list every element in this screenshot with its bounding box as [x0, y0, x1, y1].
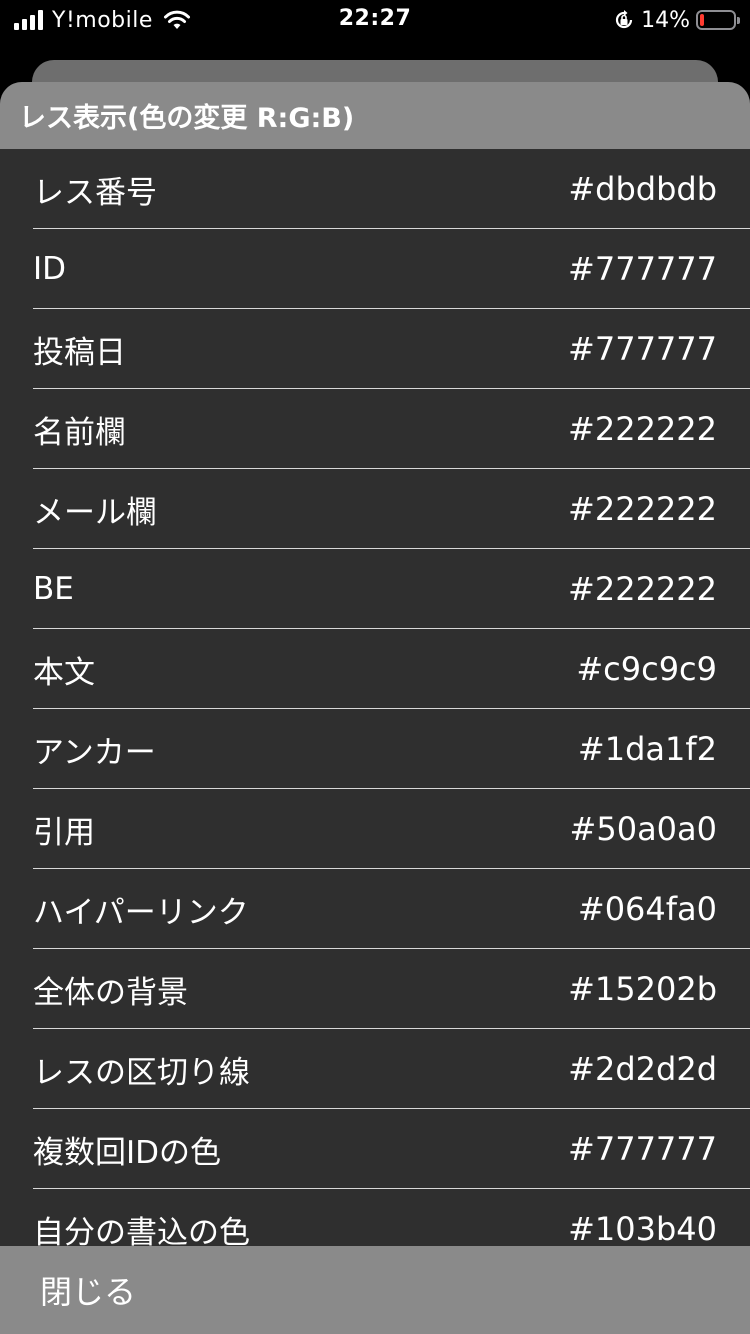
row-value: #777777 [568, 330, 717, 368]
row-label: 全体の背景 [33, 974, 188, 1011]
row-value: #1da1f2 [577, 730, 717, 768]
row-label: ID [33, 251, 67, 287]
list-item[interactable]: 本文 #c9c9c9 [0, 629, 750, 709]
list-item[interactable]: 全体の背景 #15202b [0, 949, 750, 1029]
row-value: #777777 [568, 250, 717, 288]
close-button-label: 閉じる [40, 1273, 137, 1311]
list-item[interactable]: 引用 #50a0a0 [0, 789, 750, 869]
sheet-title: レス表示(色の変更 R:G:B) [19, 103, 355, 134]
row-label: ハイパーリンク [33, 894, 249, 931]
list-item[interactable]: BE #222222 [0, 549, 750, 629]
row-label: 本文 [33, 654, 95, 691]
list-item[interactable]: レスの区切り線 #2d2d2d [0, 1029, 750, 1109]
row-value: #dbdbdb [568, 170, 717, 208]
list-item[interactable]: アンカー #1da1f2 [0, 709, 750, 789]
row-label: 投稿日 [33, 334, 126, 371]
sheet-header: レス表示(色の変更 R:G:B) [0, 82, 750, 149]
row-value: #15202b [568, 970, 717, 1008]
orientation-lock-icon [616, 10, 633, 29]
list-item[interactable]: ID #777777 [0, 229, 750, 309]
row-label: レスの区切り線 [33, 1054, 250, 1091]
row-label: アンカー [33, 734, 156, 771]
row-value: #222222 [568, 490, 717, 528]
list-item[interactable]: ハイパーリンク #064fa0 [0, 869, 750, 949]
row-label: 引用 [33, 814, 95, 851]
row-value: #2d2d2d [568, 1050, 717, 1088]
close-button[interactable]: 閉じる [0, 1246, 750, 1334]
row-label: BE [33, 571, 74, 607]
row-value: #777777 [568, 1130, 717, 1168]
list-item[interactable]: 名前欄 #222222 [0, 389, 750, 469]
list-item[interactable]: 複数回IDの色 #777777 [0, 1109, 750, 1189]
battery-percent: 14% [641, 7, 690, 33]
status-right: 14% [613, 6, 740, 34]
row-label: 名前欄 [33, 414, 126, 451]
battery-level [700, 14, 704, 26]
color-settings-sheet: レス表示(色の変更 R:G:B) レス番号 #dbdbdb ID #777777… [0, 82, 750, 1334]
row-value: #50a0a0 [569, 810, 717, 848]
battery-icon [696, 10, 740, 30]
row-value: #c9c9c9 [576, 650, 717, 688]
row-value: #222222 [568, 410, 717, 448]
list-item[interactable]: レス番号 #dbdbdb [0, 149, 750, 229]
row-label: レス番号 [33, 174, 157, 211]
status-bar: Y!mobile 22:27 14% [0, 0, 750, 40]
row-value: #064fa0 [577, 890, 717, 928]
row-label: 複数回IDの色 [33, 1134, 222, 1171]
list-item[interactable]: メール欄 #222222 [0, 469, 750, 549]
row-value: #103b40 [568, 1210, 717, 1248]
list-item[interactable]: 投稿日 #777777 [0, 309, 750, 389]
row-label: 自分の書込の色 [33, 1214, 250, 1251]
color-list: レス番号 #dbdbdb ID #777777 投稿日 #777777 名前欄 … [0, 149, 750, 1269]
row-value: #222222 [568, 570, 717, 608]
row-label: メール欄 [33, 494, 157, 531]
